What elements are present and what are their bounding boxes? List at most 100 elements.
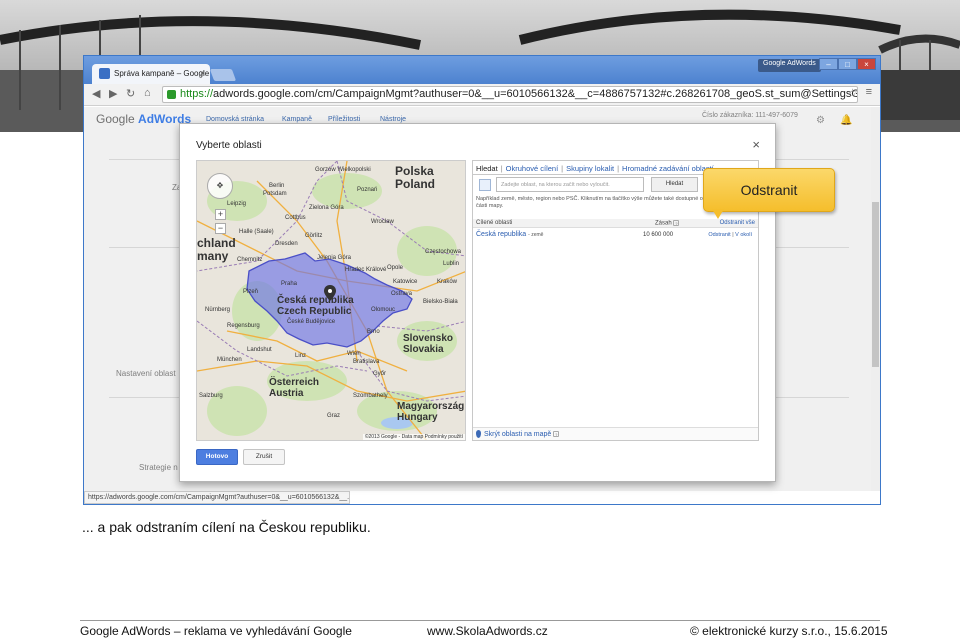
footer-right: © elektronické kurzy s.r.o., 15.6.2015 [690, 624, 888, 638]
map-label-czech-en: Czech Republic [277, 306, 352, 317]
col-reach-label: Zásah [655, 220, 672, 227]
col-reach: Zásah ? [655, 220, 680, 227]
forward-arrow-icon[interactable]: ▶ [109, 87, 117, 100]
map-label-slovakia: Slovensko Slovakia [403, 333, 453, 355]
footer-divider [80, 620, 880, 621]
address-bar[interactable]: https://adwords.google.com/cm/CampaignMg… [162, 86, 858, 103]
city-label: Potsdam [263, 191, 287, 197]
city-label: Szombathely [353, 393, 388, 399]
remove-all-link[interactable]: Odstranit vše [720, 220, 755, 226]
map-view[interactable]: ✥ + − Polska Poland Česká republika Czec… [196, 160, 466, 441]
dialog-close-icon[interactable]: × [752, 137, 760, 152]
profile-badge[interactable]: Google AdWords [758, 59, 821, 72]
map-label-austria-en: Austria [269, 388, 304, 399]
scrollbar-thumb[interactable] [872, 202, 879, 367]
map-label-austria-de: Österreich [269, 377, 320, 388]
map-pin-picker-icon[interactable] [479, 179, 491, 191]
city-label: Salzburg [199, 393, 223, 399]
tab-search[interactable]: Hledat [476, 164, 498, 173]
city-label: Győr [373, 371, 387, 377]
map-pin-icon [476, 430, 481, 438]
map-label-hungary: Magyarország Hungary [397, 401, 464, 423]
hide-on-map-link[interactable]: Skrýt oblasti na mapě ? [473, 427, 758, 440]
separator: | [732, 232, 734, 238]
map-pan-control[interactable]: ✥ [207, 173, 233, 199]
footer-center[interactable]: www.SkolaAdwords.cz [427, 624, 548, 638]
url-text: adwords.google.com/cm/CampaignMgmt?authu… [213, 88, 858, 100]
location-name-text[interactable]: Česká republika [476, 231, 526, 238]
home-icon[interactable]: ⌂ [144, 87, 151, 99]
city-label: Cottbus [285, 215, 306, 221]
map-label-czech: Česká republika Czech Republic [277, 295, 354, 317]
city-label: Graz [327, 413, 341, 419]
city-label: Wrocław [371, 219, 394, 225]
map-label-germany: chland many [197, 237, 236, 263]
city-label: Nürnberg [205, 307, 231, 313]
hide-on-map-label[interactable]: Skrýt oblasti na mapě [484, 431, 551, 438]
footer-left: Google AdWords – reklama ve vyhledávání … [80, 624, 352, 638]
map-label-poland: Polska Poland [395, 165, 435, 191]
row-actions: Odstranit | V okolí [708, 232, 752, 238]
scrollbar[interactable] [871, 107, 880, 491]
city-label: Jelenia Góra [317, 255, 352, 261]
map-label-czech-cz: Česká republika [277, 295, 354, 306]
maximize-button[interactable]: □ [838, 58, 857, 70]
city-label: München [217, 357, 242, 363]
cancel-button[interactable]: Zrušit [243, 449, 285, 465]
map-zoom-in-button[interactable]: + [215, 209, 226, 220]
city-label: Olomouc [371, 307, 396, 313]
new-tab-button[interactable] [209, 69, 237, 81]
city-label: Lublin [443, 261, 460, 267]
url-scheme: https:// [180, 88, 214, 100]
map-label-poland-en: Poland [395, 177, 436, 191]
browser-tab[interactable]: Správa kampaně – Google A × [92, 64, 210, 84]
city-label: Regensburg [227, 323, 260, 329]
city-label: Zielona Góra [309, 205, 344, 211]
remove-callout: Odstranit [703, 168, 835, 212]
city-label: Wien [347, 351, 361, 357]
location-name[interactable]: Česká republika - země [476, 231, 543, 238]
done-button[interactable]: Hotovo [196, 449, 238, 465]
tab-location-groups[interactable]: Skupiny lokalit [566, 164, 614, 173]
city-label: Ostrava [391, 291, 413, 297]
select-locations-dialog: Vyberte oblasti × ✥ + − Polska Poland Če… [179, 123, 776, 482]
city-label: Halle (Saale) [239, 229, 274, 235]
menu-icon[interactable]: ≡ [866, 86, 872, 98]
location-search-input[interactable]: Zadejte oblast, na kterou začít nebo vyl… [496, 177, 644, 192]
location-type: - země [528, 232, 544, 238]
nearby-link[interactable]: V okolí [735, 232, 752, 238]
bookmark-star-icon[interactable]: ☆ [847, 86, 858, 100]
remove-link[interactable]: Odstranit [708, 232, 730, 238]
map-zoom-out-button[interactable]: − [215, 223, 226, 234]
tab-close-icon[interactable]: × [200, 68, 205, 78]
minimize-button[interactable]: – [819, 58, 838, 70]
reload-icon[interactable]: ↻ [126, 87, 135, 100]
city-label: Poznań [357, 187, 378, 193]
city-label: Gorzów Wielkopolski [315, 167, 371, 173]
search-button[interactable]: Hledat [651, 177, 698, 192]
help-icon[interactable]: ? [553, 431, 560, 438]
panel-tabs: Hledat | Okruhové cílení | Skupiny lokalit | H… [476, 164, 714, 173]
tab-bulk[interactable]: Hromadné zadávání oblastí [622, 164, 714, 173]
city-label: Kraków [437, 279, 458, 285]
status-bar: https://adwords.google.com/cm/CampaignMg… [84, 491, 350, 504]
help-icon[interactable]: ? [673, 220, 680, 226]
close-window-button[interactable]: × [857, 58, 876, 70]
tab-radius[interactable]: Okruhové cílení [506, 164, 559, 173]
city-label: Opole [387, 265, 404, 271]
dialog-title: Vyberte oblasti [196, 140, 262, 151]
targeted-table-header: Cílené oblasti Zásah ? Odstranit vše [473, 219, 758, 228]
city-label: Bielsko-Biała [423, 299, 458, 305]
city-label: Bratislava [353, 359, 380, 365]
slide-caption: ... a pak odstraním cílení na Českou rep… [82, 519, 371, 535]
city-label: Praha [281, 281, 298, 287]
city-label: Görlitz [305, 233, 323, 239]
back-arrow-icon[interactable]: ◀ [92, 87, 100, 100]
city-label: Dresden [275, 241, 298, 247]
table-row: Česká republika - země 10 600 000 Odstra… [473, 230, 758, 241]
map-label-germany-en: many [197, 249, 229, 263]
callout-pointer [712, 209, 724, 219]
city-label: Chemnitz [237, 257, 263, 263]
city-label: Linz [295, 353, 307, 359]
city-label: Hradec Králové [345, 267, 387, 273]
